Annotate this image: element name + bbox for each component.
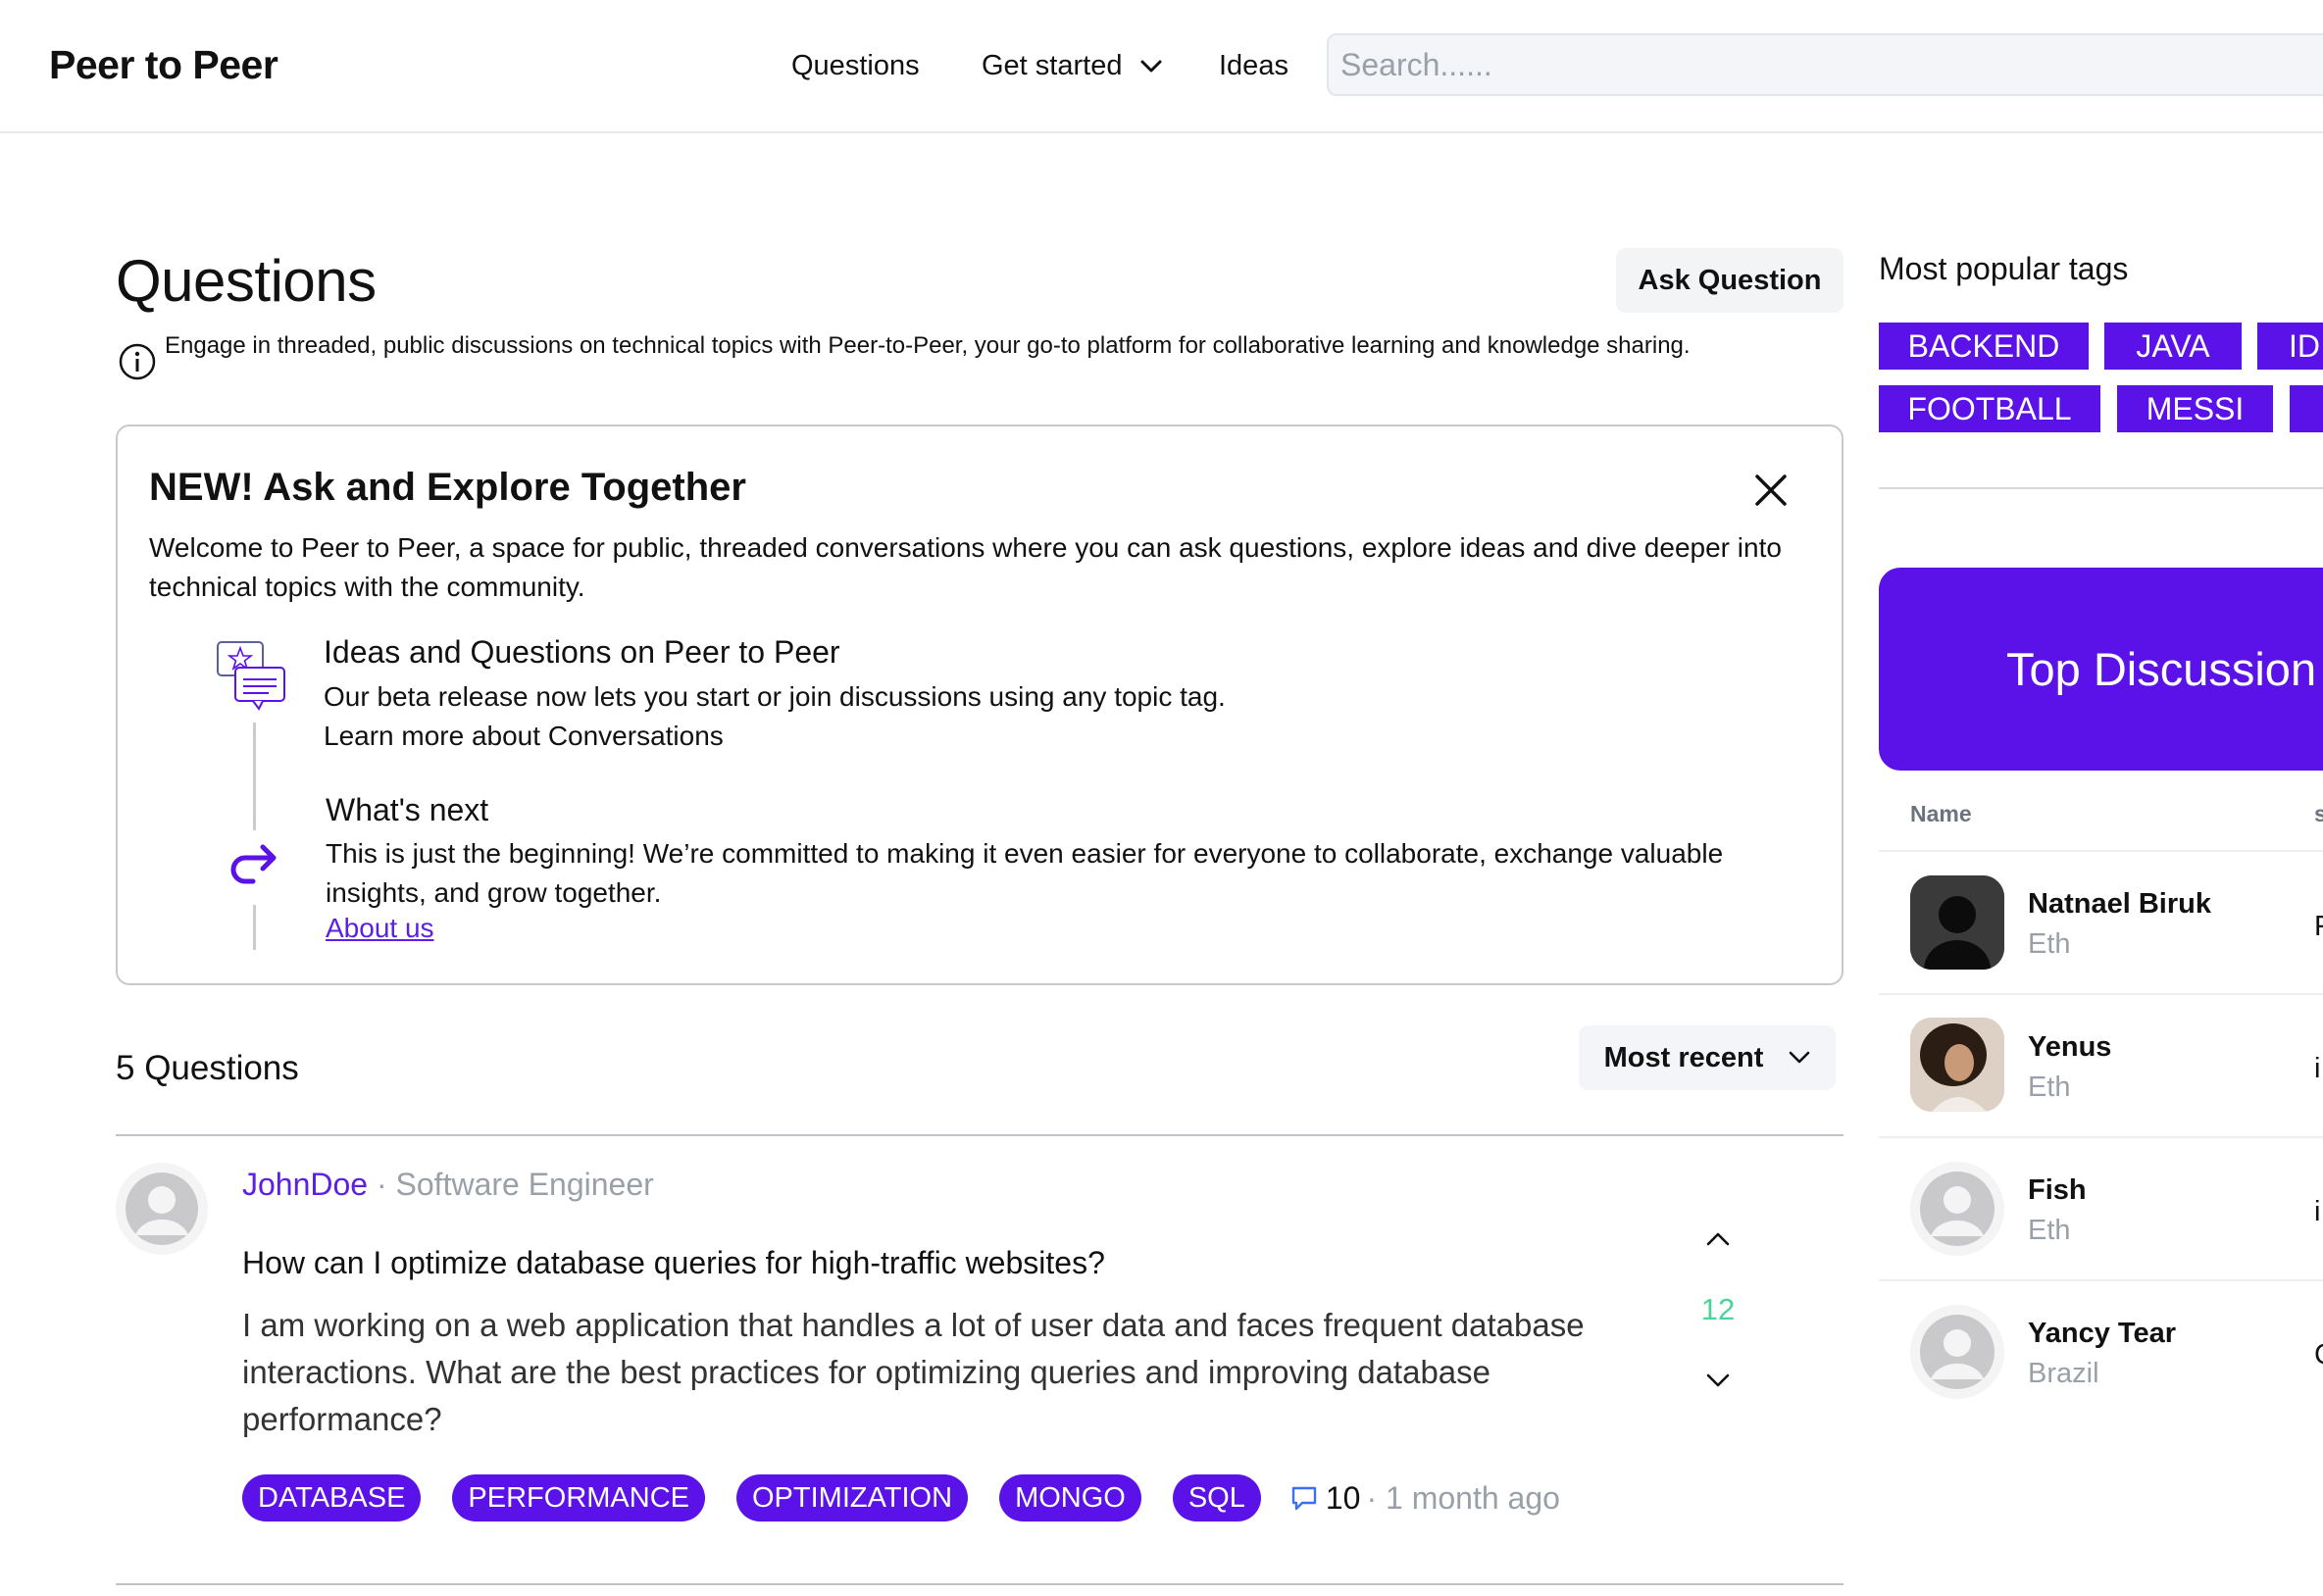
user-name[interactable]: Yancy Tear	[2028, 1318, 2176, 1350]
timeline-line	[253, 723, 256, 830]
item-next-text: This is just the beginning! We’re commit…	[326, 838, 1724, 908]
user-extra: i	[2314, 1053, 2321, 1084]
banner-description: Welcome to Peer to Peer, a space for pub…	[149, 532, 1782, 602]
ask-question-button[interactable]: Ask Question	[1616, 248, 1843, 313]
user-placeholder-icon	[126, 1172, 198, 1245]
avatar[interactable]	[1910, 1162, 2004, 1256]
info-icon	[119, 343, 156, 380]
announcement-banner: NEW! Ask and Explore Together Welcome to…	[116, 424, 1843, 985]
user-location: Eth	[2028, 928, 2071, 960]
nav-get-started[interactable]: Get started	[982, 50, 1163, 82]
row-divider	[1879, 1279, 2323, 1281]
question-body: I am working on a web application that h…	[242, 1307, 1585, 1437]
comment-icon[interactable]	[1288, 1482, 1320, 1514]
tag-pill[interactable]: PERFORMANCE	[452, 1474, 705, 1521]
nav-ideas[interactable]: Ideas	[1219, 50, 1288, 82]
question-tags: DATABASE PERFORMANCE OPTIMIZATION MONGO …	[242, 1474, 1560, 1521]
popular-tag[interactable]: JAVA	[2104, 323, 2242, 370]
popular-tag[interactable]: ID	[2257, 323, 2323, 370]
avatar[interactable]	[1910, 875, 2004, 970]
nav-questions[interactable]: Questions	[791, 50, 920, 82]
item-ideas-title: Ideas and Questions on Peer to Peer	[324, 634, 840, 670]
divider	[116, 1583, 1843, 1585]
chevron-down-icon	[1790, 1051, 1810, 1064]
user-name[interactable]: Fish	[2028, 1174, 2087, 1207]
top-discussion-card: Top Discussion	[1879, 568, 2323, 771]
info-text: Engage in threaded, public discussions o…	[165, 332, 1691, 359]
user-location: Eth	[2028, 1072, 2071, 1103]
avatar[interactable]	[116, 1163, 208, 1255]
close-icon[interactable]	[1751, 471, 1791, 510]
sort-label: Most recent	[1603, 1041, 1764, 1073]
nav-get-started-label: Get started	[982, 50, 1123, 81]
search-input[interactable]	[1327, 33, 2323, 96]
user-placeholder-icon	[1920, 1172, 1995, 1246]
question-author: JohnDoe · Software Engineer	[242, 1167, 654, 1203]
forward-arrow-icon	[230, 844, 277, 884]
avatar[interactable]	[1910, 1305, 2004, 1399]
user-extra: F	[2314, 911, 2323, 942]
popular-tag[interactable]: FOOTBALL	[1879, 385, 2100, 432]
author-role: Software Engineer	[395, 1167, 654, 1202]
user-extra: i	[2314, 1196, 2321, 1227]
upvote-chevron-icon[interactable]	[1702, 1223, 1734, 1255]
comment-count: 10	[1325, 1479, 1361, 1516]
page-title: Questions	[116, 248, 377, 314]
item-ideas-line2: Learn more about Conversations	[324, 721, 724, 751]
item-ideas-line1: Our beta release now lets you start or j…	[324, 681, 1226, 712]
top-discussion-title: Top Discussion	[2006, 643, 2317, 695]
top-header: Peer to Peer Questions Get started Ideas	[0, 0, 2323, 133]
user-location: Brazil	[2028, 1358, 2099, 1389]
user-silhouette-icon	[1910, 875, 2004, 970]
downvote-chevron-icon[interactable]	[1702, 1365, 1734, 1396]
popular-tags-title: Most popular tags	[1879, 251, 2129, 286]
item-next-title: What's next	[326, 792, 489, 827]
column-header-name: Name	[1910, 801, 1972, 826]
timeline-line	[253, 905, 256, 950]
tag-pill[interactable]: DATABASE	[242, 1474, 422, 1521]
user-extra: C	[2314, 1339, 2323, 1372]
author-name[interactable]: JohnDoe	[242, 1167, 368, 1202]
row-divider	[1879, 993, 2323, 995]
question-count: 5 Questions	[116, 1049, 299, 1087]
tag-pill[interactable]: MONGO	[999, 1474, 1141, 1521]
sidebar-divider	[1879, 487, 2323, 489]
question-meta: 10 · 1 month ago	[1288, 1480, 1560, 1517]
row-divider	[1879, 1136, 2323, 1138]
user-placeholder-icon	[1920, 1315, 1995, 1389]
chat-star-icon	[217, 641, 285, 711]
column-header-second: s	[2314, 801, 2323, 826]
user-location: Eth	[2028, 1215, 2071, 1246]
chevron-down-icon	[1140, 60, 1162, 72]
user-name[interactable]: Yenus	[2028, 1031, 2111, 1064]
divider	[116, 1134, 1843, 1136]
popular-tag[interactable]	[2290, 385, 2323, 432]
banner-title: NEW! Ask and Explore Together	[149, 466, 746, 509]
row-divider	[1879, 850, 2323, 852]
tag-pill[interactable]: OPTIMIZATION	[736, 1474, 969, 1521]
vote-count: 12	[1700, 1292, 1736, 1326]
about-us-link[interactable]: About us	[326, 913, 434, 944]
tag-pill[interactable]: SQL	[1172, 1474, 1261, 1521]
brand-logo[interactable]: Peer to Peer	[49, 42, 278, 88]
sort-dropdown[interactable]: Most recent	[1579, 1025, 1836, 1090]
author-separator: ·	[368, 1167, 396, 1202]
user-photo-icon	[1910, 1018, 2004, 1112]
popular-tag[interactable]: BACKEND	[1879, 323, 2089, 370]
question-title[interactable]: How can I optimize database queries for …	[242, 1245, 1105, 1281]
user-name[interactable]: Natnael Biruk	[2028, 888, 2211, 921]
popular-tag[interactable]: MESSI	[2117, 385, 2273, 432]
question-time: · 1 month ago	[1366, 1479, 1560, 1516]
info-row: Engage in threaded, public discussions o…	[118, 330, 1726, 381]
avatar[interactable]	[1910, 1018, 2004, 1112]
